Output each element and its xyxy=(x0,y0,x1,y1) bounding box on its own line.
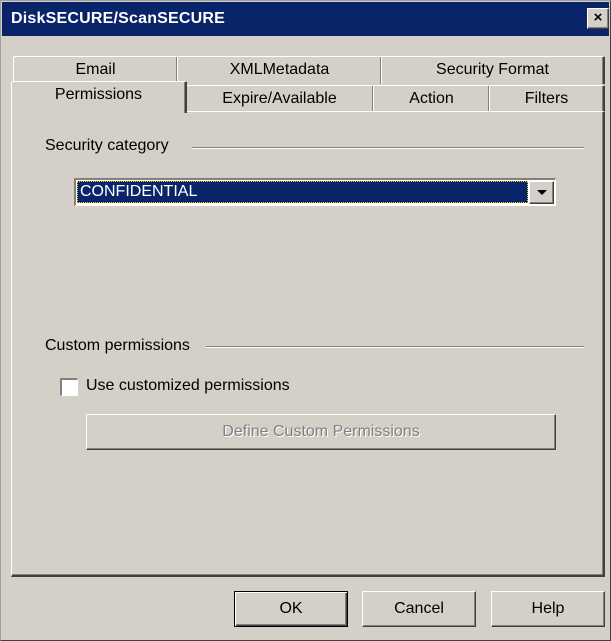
tab-expire-available[interactable]: Expire/Available xyxy=(185,85,375,113)
tab-label: XMLMetadata xyxy=(229,61,330,78)
tab-email[interactable]: Email xyxy=(13,56,179,84)
custom-permissions-label: Custom permissions xyxy=(45,337,198,355)
chevron-down-icon[interactable] xyxy=(529,181,554,204)
button-label: Cancel xyxy=(394,600,444,617)
group-divider xyxy=(192,147,584,149)
tab-xmlmetadata[interactable]: XMLMetadata xyxy=(177,56,383,84)
help-button[interactable]: Help xyxy=(491,591,605,627)
cancel-button[interactable]: Cancel xyxy=(362,591,476,627)
tab-action[interactable]: Action xyxy=(373,85,491,113)
window-title: DiskSECURE/ScanSECURE xyxy=(11,10,226,27)
security-category-label: Security category xyxy=(45,137,177,155)
ok-button[interactable]: OK xyxy=(234,591,348,627)
tab-security-format[interactable]: Security Format xyxy=(381,56,605,84)
close-button[interactable]: × xyxy=(587,8,609,29)
button-label: Help xyxy=(531,600,565,617)
checkbox-label: Use customized permissions xyxy=(86,377,290,394)
close-icon: × xyxy=(593,9,603,26)
tab-label: Permissions xyxy=(54,86,143,103)
security-category-select[interactable]: CONFIDENTIAL xyxy=(74,178,556,206)
use-customized-permissions-checkbox[interactable] xyxy=(60,378,78,396)
tab-panel-permissions: Security category CONFIDENTIAL Custom pe… xyxy=(11,111,605,577)
tab-label: Email xyxy=(75,61,116,78)
tab-permissions[interactable]: Permissions xyxy=(11,81,187,113)
tab-label: Filters xyxy=(524,90,569,107)
tab-label: Expire/Available xyxy=(222,90,337,107)
title-bar[interactable]: DiskSECURE/ScanSECURE × xyxy=(2,2,609,36)
dialog-window: DiskSECURE/ScanSECURE × Email XMLMetadat… xyxy=(0,0,611,641)
button-label: Define Custom Permissions xyxy=(222,423,420,440)
define-custom-permissions-button[interactable]: Define Custom Permissions xyxy=(86,414,556,450)
group-divider xyxy=(206,346,584,348)
selected-value: CONFIDENTIAL xyxy=(77,181,528,203)
button-label: OK xyxy=(279,600,303,617)
tab-label: Action xyxy=(409,90,454,107)
tab-label: Security Format xyxy=(436,61,549,78)
tab-filters[interactable]: Filters xyxy=(489,85,605,113)
